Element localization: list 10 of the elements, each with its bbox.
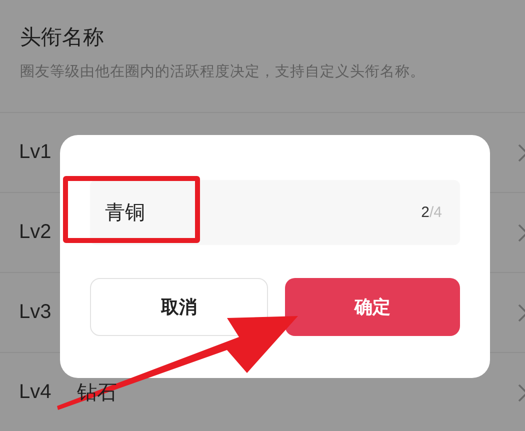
title-input-field[interactable]: 青铜 2/4 (90, 180, 460, 245)
section-title: 头衔名称 (20, 24, 105, 51)
level-label: Lv1 (19, 141, 52, 164)
section-description: 圈友等级由他在圈内的活跃程度决定，支持自定义头衔名称。 (20, 62, 426, 81)
character-counter: 2/4 (421, 204, 442, 221)
level-label: Lv2 (19, 221, 52, 244)
confirm-button[interactable]: 确定 (284, 278, 460, 336)
level-label: Lv4 (19, 381, 52, 404)
level-label: Lv3 (19, 301, 52, 324)
cancel-button[interactable]: 取消 (90, 278, 268, 336)
